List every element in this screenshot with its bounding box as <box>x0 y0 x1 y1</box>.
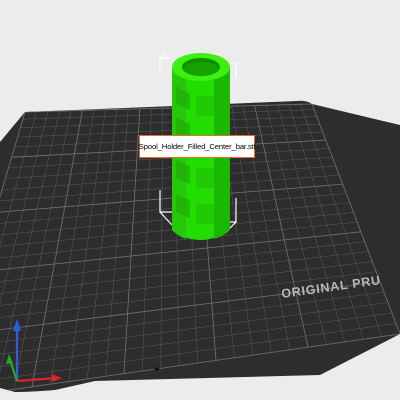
object-name-tooltip: Spool_Holder_Filled_Center_bar.stl <box>139 135 255 158</box>
scene-canvas: ORIGINAL PRU <box>0 53 400 393</box>
bed-hole <box>154 367 160 371</box>
3d-viewport[interactable]: ORIGINAL PRU Spool_Holder_Filled_Center_… <box>0 0 400 400</box>
